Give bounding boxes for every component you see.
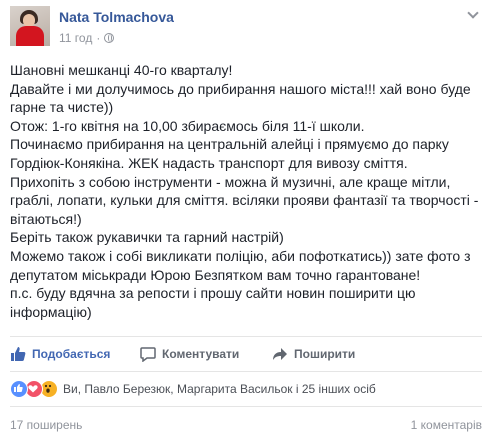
comment-button[interactable]: Коментувати xyxy=(140,340,239,368)
share-arrow-icon xyxy=(272,346,288,362)
post-line: Беріть також рукавички та гарний настрій… xyxy=(10,229,284,246)
actions-divider-top xyxy=(10,336,482,337)
post-text: Шановні мешканці 40-го кварталу! Давайте… xyxy=(10,61,484,321)
post-line: Давайте і ми долучимось до прибирання на… xyxy=(10,80,471,116)
globe-icon[interactable] xyxy=(104,33,115,43)
author-avatar[interactable] xyxy=(10,6,50,46)
post-line: Починаємо прибирання на центральній алей… xyxy=(10,136,449,171)
comment-icon xyxy=(140,346,156,363)
post-line: Отож: 1-го квітня на 10,00 збираємось бі… xyxy=(10,117,365,134)
meta-dot: · xyxy=(96,31,101,45)
post-line: Можемо також і собі викликати поліцію, а… xyxy=(10,247,471,283)
post-line: п.с. буду вдячна за репости і прошу сайт… xyxy=(10,285,416,320)
share-button[interactable]: Поширити xyxy=(272,340,355,368)
actions-divider-bottom xyxy=(10,371,482,372)
post-meta: 11 год · xyxy=(59,31,115,45)
like-label: Подобається xyxy=(32,347,111,361)
post-line: Прихопіть з собою інструменти - можна й … xyxy=(10,173,479,227)
chevron-down-icon[interactable] xyxy=(466,8,480,22)
thumbs-up-icon xyxy=(10,346,26,362)
footer-divider xyxy=(10,406,482,407)
author-name[interactable]: Nata Tolmachova xyxy=(59,9,174,25)
post-header: Nata Tolmachova 11 год · xyxy=(10,6,480,50)
post-time[interactable]: 11 год xyxy=(59,31,92,45)
reactors-text[interactable]: Ви, Павло Березюк, Маргарита Васильок і … xyxy=(63,382,376,396)
comment-label: Коментувати xyxy=(162,347,240,361)
reactions-summary[interactable]: Ви, Павло Березюк, Маргарита Васильок і … xyxy=(10,380,376,398)
share-label: Поширити xyxy=(294,347,356,361)
avatar-dress xyxy=(16,26,44,46)
post-line: Шановні мешканці 40-го кварталу! xyxy=(10,62,233,78)
post-actions: Подобається Коментувати Поширити xyxy=(10,340,482,368)
post-card: Nata Tolmachova 11 год · Шановні мешканц… xyxy=(0,0,492,441)
shares-count[interactable]: 17 поширень xyxy=(10,418,82,432)
comments-count[interactable]: 1 коментарів xyxy=(411,418,482,432)
like-button[interactable]: Подобається xyxy=(10,340,110,368)
like-reaction-icon xyxy=(10,380,28,398)
